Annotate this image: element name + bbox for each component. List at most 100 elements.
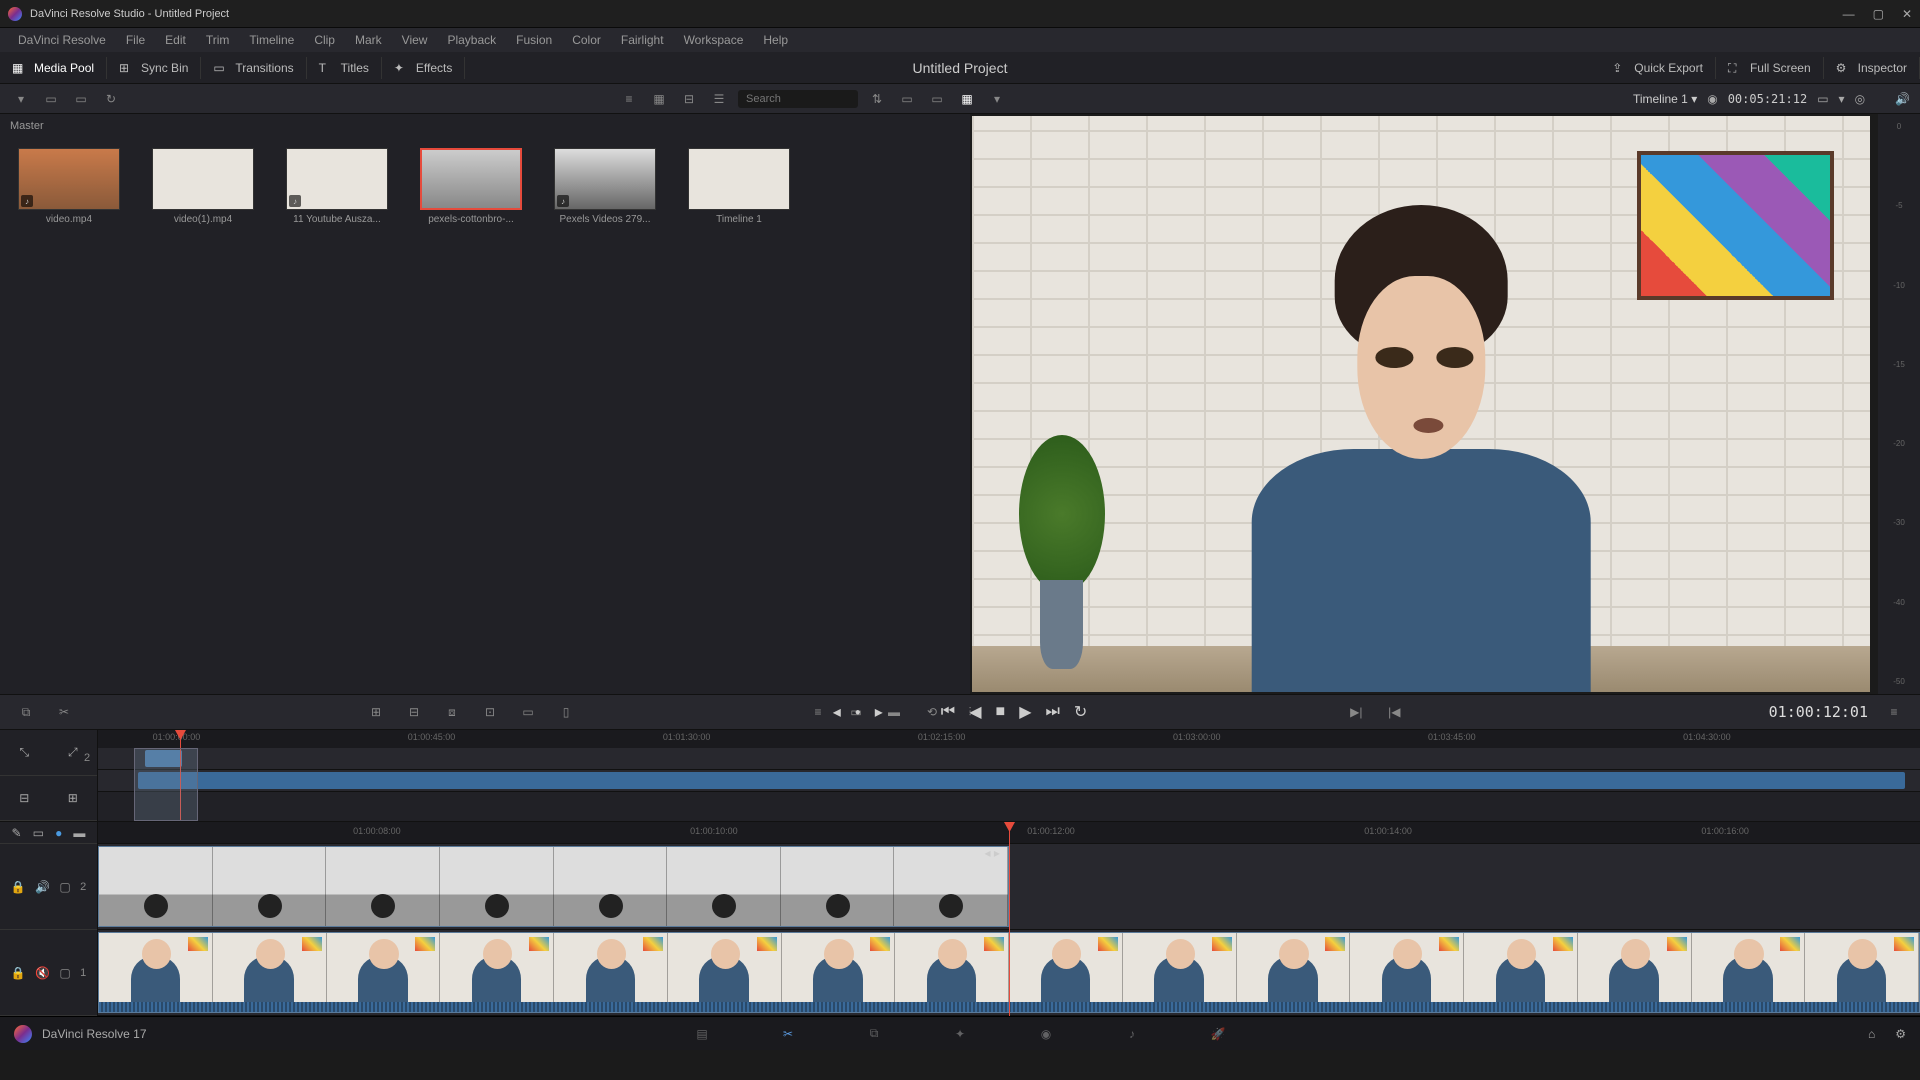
stop-button[interactable]: ■ [996, 703, 1006, 721]
media-page-button[interactable]: ▤ [691, 1025, 713, 1043]
go-to-in-button[interactable]: ▶| [1344, 700, 1368, 724]
lock-icon[interactable]: 🔒 [11, 880, 26, 894]
menu-trim[interactable]: Trim [198, 31, 238, 49]
timeline-playhead[interactable] [1009, 822, 1010, 1016]
boring-detector-button[interactable]: ⧉ [14, 700, 38, 724]
video-toggle-icon[interactable]: ▢ [59, 966, 70, 980]
viewer-mode-2[interactable]: ▭ [926, 89, 948, 109]
place-on-top-button[interactable]: ▭ [516, 700, 540, 724]
menu-help[interactable]: Help [755, 31, 796, 49]
loop-button[interactable]: ↻ [1074, 702, 1087, 722]
viewer-mode-1[interactable]: ▭ [896, 89, 918, 109]
overview-clip-v1[interactable] [138, 772, 1905, 789]
close-button[interactable]: ✕ [1902, 7, 1912, 21]
source-timecode[interactable]: 00:05:21:12 [1728, 92, 1807, 106]
cut-page-button[interactable]: ✂ [777, 1025, 799, 1043]
link-tool[interactable]: ▬ [73, 826, 85, 840]
media-clip[interactable]: ♪11 Youtube Ausza... [286, 148, 388, 225]
mute-icon[interactable]: 🔊 [1895, 92, 1910, 106]
bypass-icon[interactable]: ▭ [1817, 92, 1828, 106]
media-clip[interactable]: video(1).mp4 [152, 148, 254, 225]
menu-color[interactable]: Color [564, 31, 609, 49]
timeline-options-button[interactable]: ≡ [1882, 700, 1906, 724]
marker-tool[interactable]: ✎ [12, 826, 22, 840]
snap-tool[interactable]: ● [55, 826, 62, 840]
first-frame-button[interactable]: ⏮ [941, 703, 955, 721]
transitions-button[interactable]: ▭ Transitions [201, 57, 306, 79]
menu-fairlight[interactable]: Fairlight [613, 31, 672, 49]
viewer-mode-3[interactable]: ▦ [956, 89, 978, 109]
overview-ruler[interactable]: 01:00:00:0001:00:45:0001:01:30:0001:02:1… [98, 730, 1920, 748]
list-view-button[interactable]: ≡ [618, 89, 640, 109]
strip-view-button[interactable]: ⊟ [678, 89, 700, 109]
full-screen-button[interactable]: ⛶ Full Screen [1716, 57, 1824, 79]
go-to-out-button[interactable]: |◀ [1382, 700, 1406, 724]
split-button[interactable]: ✂ [52, 700, 76, 724]
clip-v2[interactable] [98, 846, 1009, 927]
inspector-button[interactable]: ⚙ Inspector [1824, 57, 1920, 79]
arrow-tool-a[interactable]: ⤡ [19, 745, 29, 760]
timeline-selector[interactable]: Timeline 1 ▾ [1633, 92, 1697, 106]
home-button[interactable]: ⌂ [1868, 1027, 1875, 1041]
overview-viewport[interactable] [134, 748, 198, 821]
metadata-view-button[interactable]: ☰ [708, 89, 730, 109]
mute-icon[interactable]: 🔇 [35, 966, 50, 980]
menu-playback[interactable]: Playback [439, 31, 504, 49]
folder-button[interactable]: ▭ [70, 89, 92, 109]
speaker-icon[interactable]: 🔊 [35, 880, 50, 894]
arrow-tool-b[interactable]: ⤢ [68, 745, 78, 760]
record-timecode[interactable]: 01:00:12:01 [1769, 703, 1868, 721]
video-toggle-icon[interactable]: ▢ [59, 880, 70, 894]
effects-button[interactable]: ✦ Effects [382, 57, 465, 79]
viewer-options[interactable]: ▾ [986, 89, 1008, 109]
next-edit-arrow[interactable]: ▸ [875, 702, 883, 722]
safe-area-icon[interactable]: ▾ [1839, 92, 1845, 106]
menu-timeline[interactable]: Timeline [241, 31, 302, 49]
media-clip[interactable]: pexels-cottonbro-... [420, 148, 522, 225]
source-overwrite-button[interactable]: ▯ [554, 700, 578, 724]
bin-button[interactable]: ▭ [40, 89, 62, 109]
media-pool-button[interactable]: ▦ Media Pool [0, 57, 107, 79]
loop-icon[interactable]: ◎ [1855, 92, 1865, 106]
append-button[interactable]: ⊟ [402, 700, 426, 724]
timeline-tool-a[interactable]: ⊟ [19, 791, 29, 805]
maximize-button[interactable]: ▢ [1873, 7, 1884, 21]
media-clip[interactable]: ♪Pexels Videos 279... [554, 148, 656, 225]
menu-edit[interactable]: Edit [157, 31, 194, 49]
prev-edit-arrow[interactable]: ◂ [833, 702, 841, 722]
import-menu-button[interactable]: ▾ [10, 89, 32, 109]
color-page-button[interactable]: ◉ [1035, 1025, 1057, 1043]
viewer[interactable] [972, 116, 1870, 692]
smart-insert-button[interactable]: ⊞ [364, 700, 388, 724]
fusion-page-button[interactable]: ✦ [949, 1025, 971, 1043]
prev-frame-button[interactable]: ◀ [969, 702, 981, 722]
quick-export-button[interactable]: ⇪ Quick Export [1600, 57, 1716, 79]
menu-workspace[interactable]: Workspace [676, 31, 752, 49]
menu-view[interactable]: View [394, 31, 436, 49]
track-header-v1[interactable]: 🔒 🔇 ▢ 1 [0, 930, 97, 1016]
flag-tool[interactable]: ▭ [33, 826, 44, 840]
overview-track-1[interactable] [98, 770, 1920, 792]
overview-track-2[interactable]: 2 [98, 748, 1920, 770]
edit-page-button[interactable]: ⧉ [863, 1025, 885, 1043]
jog-dot[interactable]: ● [855, 707, 861, 718]
deliver-page-button[interactable]: 🚀 [1207, 1025, 1229, 1043]
menu-fusion[interactable]: Fusion [508, 31, 560, 49]
media-clip[interactable]: ♪video.mp4 [18, 148, 120, 225]
sort-button[interactable]: ⇅ [866, 89, 888, 109]
menu-file[interactable]: File [118, 31, 153, 49]
timeline-tool-b[interactable]: ⊞ [68, 791, 78, 805]
sync-bin-button[interactable]: ⊞ Sync Bin [107, 57, 201, 79]
match-frame-icon[interactable]: ◉ [1707, 92, 1717, 106]
ripple-button[interactable]: ⧈ [440, 700, 464, 724]
project-settings-button[interactable]: ⚙ [1895, 1027, 1906, 1041]
close-up-button[interactable]: ⊡ [478, 700, 502, 724]
lock-icon[interactable]: 🔒 [11, 966, 26, 980]
track-header-v2[interactable]: 🔒 🔊 ▢ 2 [0, 844, 97, 930]
menu-mark[interactable]: Mark [347, 31, 390, 49]
play-button[interactable]: ▶ [1019, 702, 1031, 722]
bin-path[interactable]: Master [0, 114, 970, 138]
refresh-button[interactable]: ↻ [100, 89, 122, 109]
titles-button[interactable]: T Titles [307, 57, 382, 79]
trim-handle-icon[interactable]: ◂ ▸ [985, 846, 1000, 860]
